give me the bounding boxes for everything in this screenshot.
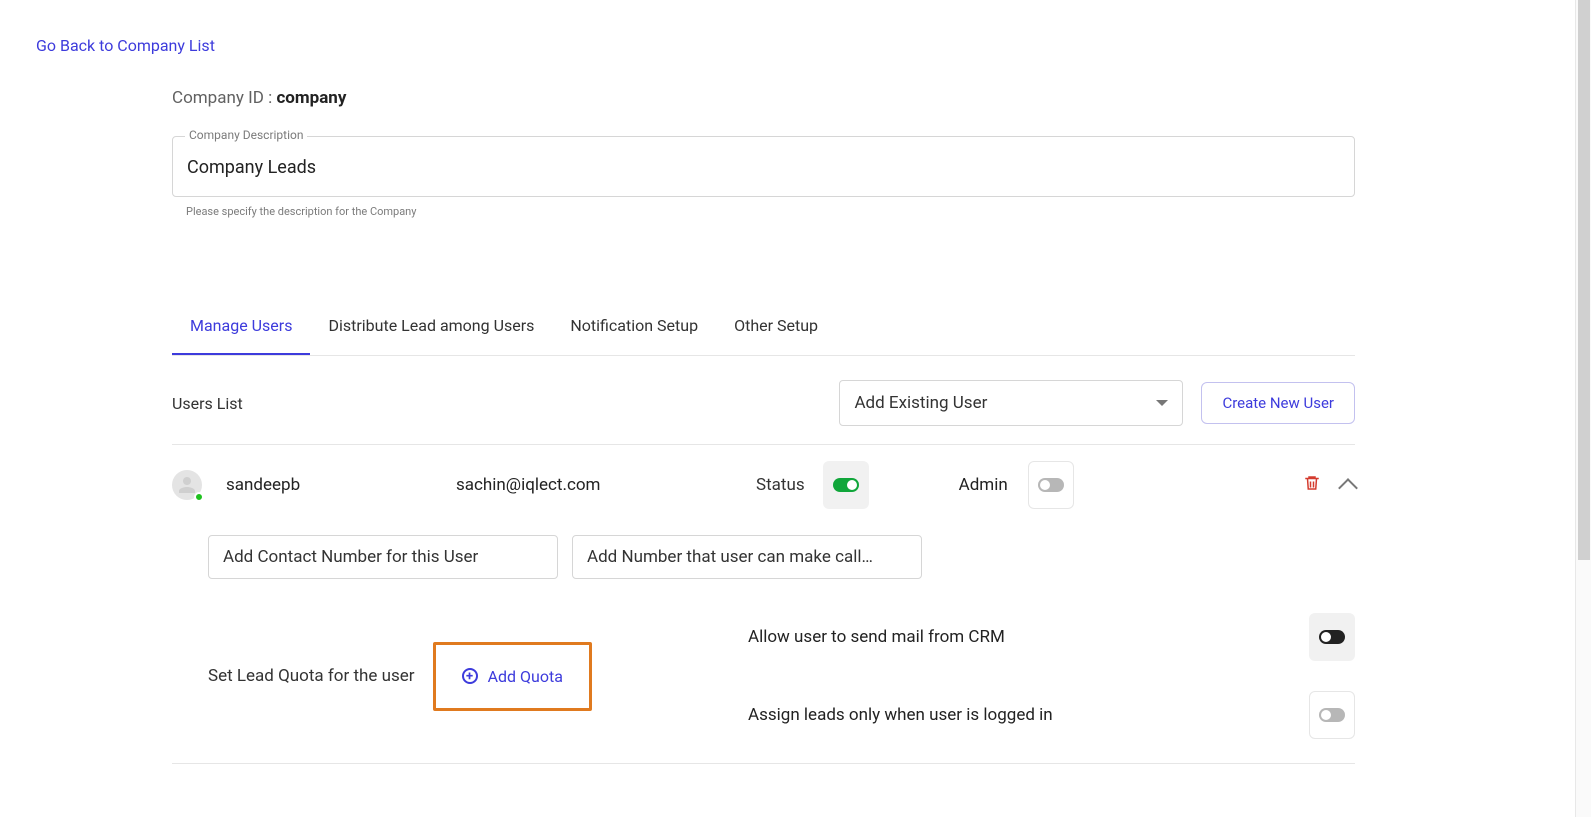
create-new-user-button[interactable]: Create New User — [1201, 382, 1355, 424]
tab-notification-setup[interactable]: Notification Setup — [552, 304, 716, 355]
avatar — [172, 470, 202, 500]
users-list-title: Users List — [172, 394, 243, 413]
company-id: Company ID : company — [172, 88, 1355, 108]
phone-inputs-row — [208, 535, 1355, 579]
toggle-off-icon — [1319, 708, 1345, 722]
trash-icon — [1303, 473, 1321, 493]
company-description-help: Please specify the description for the C… — [186, 205, 1355, 218]
company-description-label: Company Description — [185, 128, 307, 142]
admin-toggle[interactable] — [1028, 461, 1074, 509]
tab-distribute-lead[interactable]: Distribute Lead among Users — [310, 304, 552, 355]
user-name: sandeepb — [226, 475, 456, 495]
company-description-field[interactable]: Company Description — [172, 136, 1355, 197]
lead-quota-label: Set Lead Quota for the user — [208, 666, 415, 686]
go-back-link[interactable]: Go Back to Company List — [36, 36, 215, 55]
contact-number-input[interactable] — [208, 535, 558, 579]
presence-indicator — [194, 492, 204, 502]
company-id-label: Company ID : — [172, 88, 272, 108]
vertical-scrollbar[interactable] — [1575, 0, 1591, 817]
main-content: Company ID : company Company Description… — [172, 88, 1355, 764]
users-list-header: Users List Add Existing User Create New … — [172, 380, 1355, 445]
add-quota-button[interactable]: + Add Quota — [433, 642, 592, 711]
add-existing-user-select[interactable]: Add Existing User — [839, 380, 1183, 426]
allow-mail-row: Allow user to send mail from CRM — [748, 613, 1355, 661]
call-from-number-input[interactable] — [572, 535, 922, 579]
company-description-input[interactable] — [187, 157, 1340, 178]
user-email: sachin@iqlect.com — [456, 475, 756, 495]
add-quota-label: Add Quota — [488, 667, 563, 686]
assign-logged-in-label: Assign leads only when user is logged in — [748, 705, 1053, 725]
right-options: Allow user to send mail from CRM Assign … — [748, 613, 1355, 739]
plus-circle-icon: + — [462, 668, 478, 684]
status-toggle[interactable] — [823, 461, 869, 509]
assign-logged-in-toggle[interactable] — [1309, 691, 1355, 739]
options-grid: Set Lead Quota for the user + Add Quota … — [208, 613, 1355, 739]
tab-other-setup[interactable]: Other Setup — [716, 304, 836, 355]
assign-logged-in-row: Assign leads only when user is logged in — [748, 691, 1355, 739]
scrollbar-thumb[interactable] — [1578, 0, 1590, 560]
user-expanded-panel: Set Lead Quota for the user + Add Quota … — [172, 525, 1355, 764]
users-list-actions: Add Existing User Create New User — [839, 380, 1355, 426]
add-existing-user-label: Add Existing User — [854, 393, 987, 413]
toggle-off-icon — [1038, 478, 1064, 492]
company-id-value: company — [276, 88, 346, 108]
collapse-icon[interactable] — [1338, 478, 1358, 498]
lead-quota-section: Set Lead Quota for the user + Add Quota — [208, 613, 748, 739]
admin-label: Admin — [959, 475, 1008, 495]
tabs: Manage Users Distribute Lead among Users… — [172, 304, 1355, 356]
toggle-on-icon — [833, 478, 859, 492]
allow-mail-label: Allow user to send mail from CRM — [748, 627, 1005, 647]
allow-mail-toggle[interactable] — [1309, 613, 1355, 661]
tab-manage-users[interactable]: Manage Users — [172, 304, 310, 355]
user-row: sandeepb sachin@iqlect.com Status Admin — [172, 445, 1355, 525]
user-row-actions — [1303, 473, 1355, 497]
chevron-down-icon — [1156, 400, 1168, 406]
status-label: Status — [756, 475, 805, 495]
delete-user-button[interactable] — [1303, 473, 1321, 497]
toggle-off-icon — [1319, 630, 1345, 644]
